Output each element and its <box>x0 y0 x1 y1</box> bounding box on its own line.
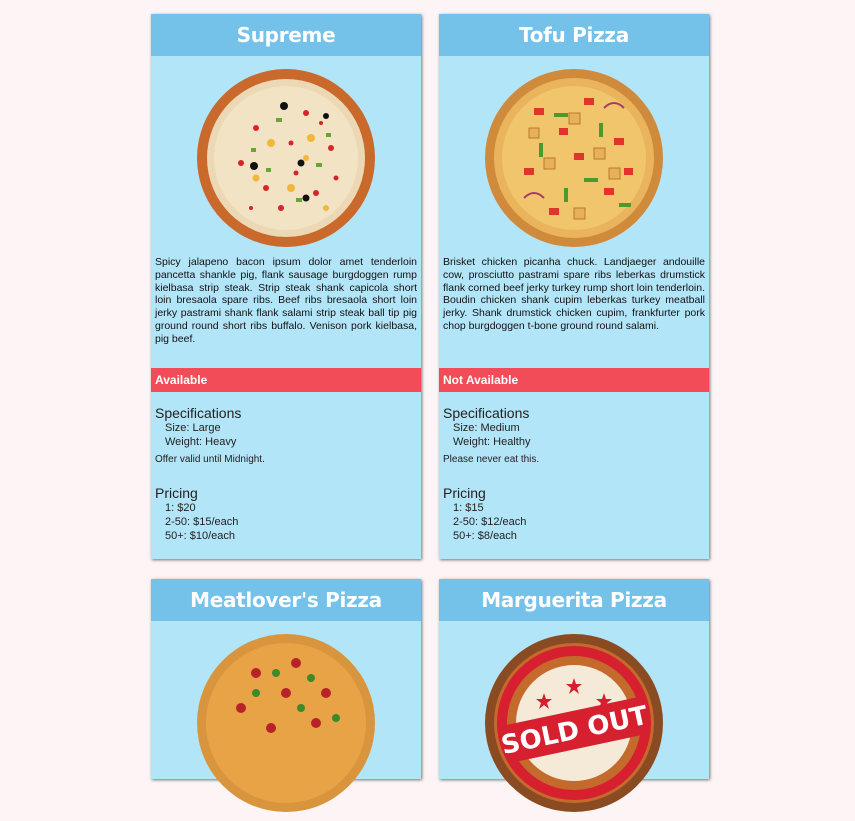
product-card-marguerita: Marguerita Pizza SOLD OUT <box>439 579 709 812</box>
pizza-meatlover-image <box>151 621 421 821</box>
price-tier: 2-50: $15/each <box>165 516 239 528</box>
price-tier: 1: $20 <box>165 502 196 514</box>
pizza-tofu-image <box>439 56 709 256</box>
product-card-tofu: Tofu Pizza Brisket chicken picanha chuck… <box>439 14 709 559</box>
price-tier: 50+: $8/each <box>453 530 517 542</box>
status-badge: Available <box>151 368 421 392</box>
card-title: Tofu Pizza <box>439 14 709 56</box>
offer-note: Please never eat this. <box>443 454 540 465</box>
specifications-heading: Specifications <box>155 405 242 421</box>
pizza-sold-out-image: SOLD OUT <box>439 621 709 821</box>
pricing-heading: Pricing <box>155 485 198 501</box>
spec-size: Size: Large <box>165 422 221 434</box>
offer-note: Offer valid until Midnight. <box>155 454 265 465</box>
price-tier: 1: $15 <box>453 502 484 514</box>
price-tier: 2-50: $12/each <box>453 516 527 528</box>
price-tier: 50+: $10/each <box>165 530 236 542</box>
pricing-heading: Pricing <box>443 485 486 501</box>
pizza-supreme-image <box>151 56 421 256</box>
spec-size: Size: Medium <box>453 422 520 434</box>
card-title: Marguerita Pizza <box>439 579 709 621</box>
specifications-heading: Specifications <box>443 405 530 421</box>
status-badge: Not Available <box>439 368 709 392</box>
product-description: Brisket chicken picanha chuck. Landjaege… <box>443 256 705 332</box>
spec-weight: Weight: Heavy <box>165 436 237 448</box>
product-card-meatlover: Meatlover's Pizza <box>151 579 421 812</box>
card-title: Meatlover's Pizza <box>151 579 421 621</box>
card-title: Supreme <box>151 14 421 56</box>
product-description: Spicy jalapeno bacon ipsum dolor amet te… <box>155 256 417 345</box>
product-card-supreme: Supreme Spicy jalapeno bacon ipsum dolor… <box>151 14 421 559</box>
spec-weight: Weight: Healthy <box>453 436 531 448</box>
